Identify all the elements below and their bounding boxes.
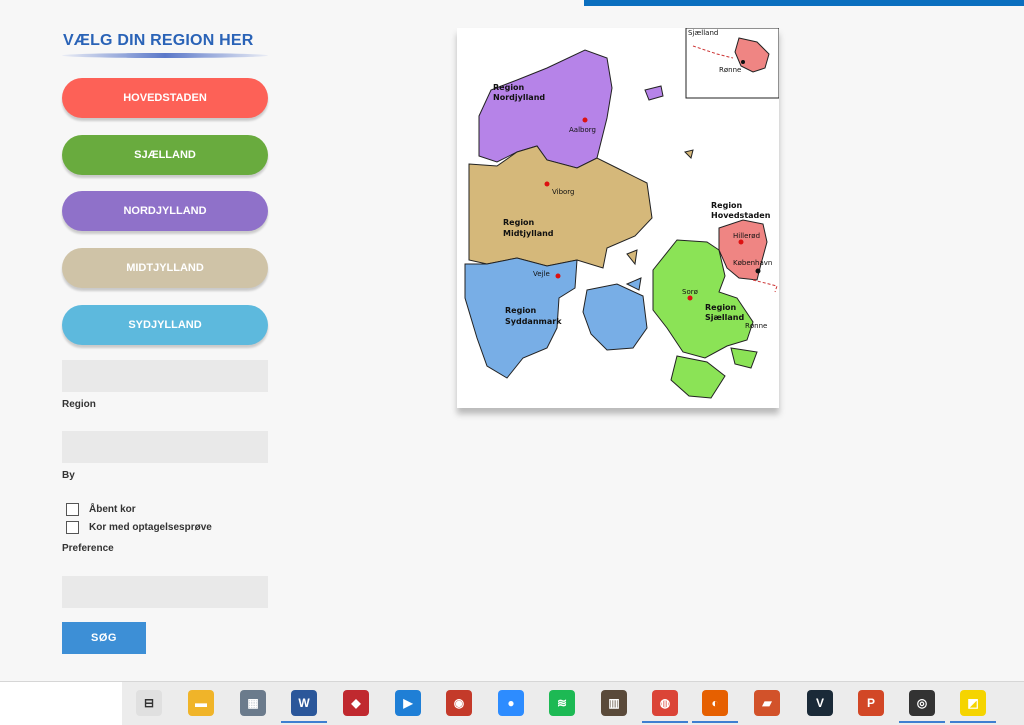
active-app-indicator — [281, 721, 327, 723]
city-viborg: Viborg — [552, 188, 575, 196]
search-button[interactable]: SØG — [62, 622, 146, 654]
preference-input[interactable] — [62, 576, 268, 608]
hovedstaden-label-1: Region — [711, 201, 743, 210]
sticky-notes-icon[interactable]: ◩ — [960, 690, 986, 716]
syddanmark-label-1: Region — [505, 306, 537, 315]
city-aalborg: Aalborg — [569, 126, 596, 134]
midtjylland-button[interactable]: MIDTJYLLAND — [62, 248, 268, 288]
word-icon[interactable]: W — [291, 690, 317, 716]
by-input[interactable] — [62, 431, 268, 463]
title-underline — [62, 53, 268, 58]
active-app-indicator — [899, 721, 945, 723]
powerpoint-icon[interactable]: P — [858, 690, 884, 716]
region-input[interactable] — [62, 360, 268, 392]
denmark-region-map: Sjælland Rønne Region Nordjylland Region… — [457, 28, 779, 408]
calculator-icon[interactable]: ▦ — [240, 690, 266, 716]
windows-taskbar: ⊟ ▬ ▦ W ◆ ▶ ◉ ● ≋ ▥ ◍ ◐ ▰ V P ◎ ◩ — [0, 681, 1024, 725]
sjaelland-button[interactable]: SJÆLLAND — [62, 135, 268, 175]
hovedstaden-button[interactable]: HOVEDSTADEN — [62, 78, 268, 118]
ronne-label: Rønne — [745, 322, 767, 330]
open-choir-option[interactable]: Åbent kor — [66, 503, 136, 516]
active-app-indicator — [692, 721, 738, 723]
by-label: By — [62, 470, 75, 481]
syddanmark-label-2: Syddanmark — [505, 317, 562, 326]
spotify-icon[interactable]: ≋ — [549, 690, 575, 716]
taskbar-search-area[interactable] — [0, 682, 122, 725]
task-view-icon[interactable]: ⊟ — [136, 690, 162, 716]
nordjylland-button[interactable]: NORDJYLLAND — [62, 191, 268, 231]
region-midtjylland — [468, 145, 653, 269]
city-soro: Sorø — [682, 288, 699, 296]
city-hillerod: Hillerød — [733, 232, 760, 240]
sydjylland-button[interactable]: SYDJYLLAND — [62, 305, 268, 345]
active-app-indicator — [950, 721, 996, 723]
nordjylland-label-1: Region — [493, 83, 525, 92]
audition-choir-option[interactable]: Kor med optagelsesprøve — [66, 521, 212, 534]
inset-city-label: Rønne — [719, 66, 741, 74]
preference-label: Preference — [62, 543, 114, 554]
open-choir-checkbox[interactable] — [66, 503, 79, 516]
active-app-indicator — [642, 721, 688, 723]
audition-choir-checkbox[interactable] — [66, 521, 79, 534]
midtjylland-label-1: Region — [503, 218, 535, 227]
file-explorer-icon[interactable]: ▬ — [188, 690, 214, 716]
top-accent-bar — [584, 0, 1024, 6]
region-label: Region — [62, 399, 96, 410]
record-app-icon[interactable]: ◉ — [446, 690, 472, 716]
midtjylland-label-2: Midtjylland — [503, 229, 554, 238]
sjaelland-label-2: Sjælland — [705, 313, 744, 322]
sjaelland-label-1: Region — [705, 303, 737, 312]
cube-app-icon[interactable]: ◆ — [343, 690, 369, 716]
red-app-icon[interactable]: ▰ — [754, 690, 780, 716]
region-nordjylland — [478, 49, 613, 169]
inset-label: Sjælland — [688, 29, 718, 37]
disc-app-icon[interactable]: ◎ — [909, 690, 935, 716]
v-app-icon[interactable]: V — [807, 690, 833, 716]
open-choir-label: Åbent kor — [89, 504, 136, 515]
audition-choir-label: Kor med optagelsesprøve — [89, 522, 212, 533]
piano-icon[interactable]: ▥ — [601, 690, 627, 716]
chrome-icon[interactable]: ◍ — [652, 690, 678, 716]
page-title: VÆLG DIN REGION HER — [63, 32, 254, 49]
region-sidebar: VÆLG DIN REGION HER HOVEDSTADEN SJÆLLAND… — [62, 30, 268, 654]
firefox-icon[interactable]: ◐ — [702, 690, 728, 716]
zoom-icon[interactable]: ● — [498, 690, 524, 716]
hovedstaden-label-2: Hovedstaden — [711, 211, 771, 220]
city-kobenhavn: København — [733, 259, 772, 267]
media-player-icon[interactable]: ▶ — [395, 690, 421, 716]
nordjylland-label-2: Nordjylland — [493, 93, 545, 102]
city-vejle: Vejle — [533, 270, 550, 278]
